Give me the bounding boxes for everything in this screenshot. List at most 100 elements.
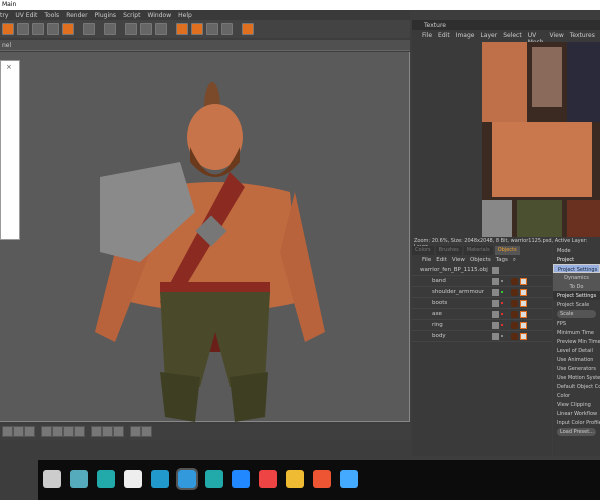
- tab-materials[interactable]: Materials: [463, 246, 493, 255]
- edge-icon[interactable]: [232, 470, 250, 488]
- menu-item[interactable]: Tools: [44, 12, 59, 20]
- notes-icon[interactable]: [70, 470, 88, 488]
- tool-button[interactable]: [191, 23, 203, 35]
- attribute-field[interactable]: Minimum Time: [553, 328, 600, 337]
- tool-button[interactable]: [242, 23, 254, 35]
- 3ds-max-icon[interactable]: [97, 470, 115, 488]
- obj-menu-item[interactable]: View: [452, 257, 465, 263]
- load-preset-button[interactable]: Load Preset...: [557, 428, 596, 436]
- attribute-field[interactable]: View Clipping: [553, 400, 600, 409]
- object-row[interactable]: shoulder_armmour: [412, 287, 552, 298]
- menu-item[interactable]: Script: [123, 12, 140, 20]
- attribute-field[interactable]: Level of Detail: [553, 346, 600, 355]
- tool-button[interactable]: [221, 23, 233, 35]
- tex-menu-item[interactable]: Textures: [570, 32, 595, 39]
- cinema4d-icon[interactable]: [176, 468, 198, 490]
- tool-button[interactable]: [17, 23, 29, 35]
- close-icon[interactable]: ×: [1, 61, 19, 73]
- uv-tag-icon[interactable]: [520, 332, 527, 340]
- menu-item[interactable]: UV Edit: [15, 12, 37, 20]
- uv-tag-icon[interactable]: [520, 288, 527, 296]
- task-view-icon[interactable]: [43, 470, 61, 488]
- 3d-viewport[interactable]: [0, 52, 410, 422]
- material-tag-icon[interactable]: [511, 310, 518, 318]
- obj-menu-item[interactable]: Edit: [436, 257, 447, 263]
- tex-menu-item[interactable]: Select: [503, 32, 522, 39]
- tool-button[interactable]: [3, 427, 12, 436]
- tool-button[interactable]: [83, 23, 95, 35]
- tab-dynamics[interactable]: Dynamics: [553, 273, 600, 282]
- visibility-checkbox[interactable]: [492, 299, 499, 307]
- attribute-field[interactable]: Use Animation: [553, 355, 600, 364]
- uv-tag-icon[interactable]: [520, 310, 527, 318]
- tex-menu-item[interactable]: UV Mesh: [528, 32, 544, 46]
- obj-menu-item[interactable]: Objects: [470, 257, 491, 263]
- attribute-field[interactable]: Use Motion System: [553, 373, 600, 382]
- object-row[interactable]: band: [412, 276, 552, 287]
- attribute-field[interactable]: Use Generators: [553, 364, 600, 373]
- tool-button[interactable]: [140, 23, 152, 35]
- tool-button[interactable]: [62, 23, 74, 35]
- tab-colors[interactable]: Colors: [412, 246, 434, 255]
- tool-button[interactable]: [103, 427, 112, 436]
- tool-button[interactable]: [206, 23, 218, 35]
- media-player-icon[interactable]: [340, 470, 358, 488]
- attribute-field[interactable]: Scale: [557, 310, 596, 318]
- tool-button[interactable]: [2, 23, 14, 35]
- material-tag-icon[interactable]: [511, 277, 518, 285]
- menu-item[interactable]: Window: [147, 12, 171, 20]
- obj-menu-item[interactable]: Tags: [496, 257, 508, 263]
- tool-button[interactable]: [125, 23, 137, 35]
- tool-button[interactable]: [32, 23, 44, 35]
- object-row[interactable]: boots: [412, 298, 552, 309]
- substance-icon[interactable]: [205, 470, 223, 488]
- object-root[interactable]: warrior_fen_BP_1115.obj: [412, 265, 552, 276]
- attribute-field[interactable]: Color: [553, 391, 600, 400]
- material-tag-icon[interactable]: [511, 332, 518, 340]
- tab-todo[interactable]: To Do: [553, 282, 600, 291]
- tool-button[interactable]: [53, 427, 62, 436]
- mode-menu[interactable]: Mode: [553, 246, 600, 255]
- tex-menu-item[interactable]: View: [550, 32, 564, 39]
- tool-button[interactable]: [75, 427, 84, 436]
- object-row[interactable]: axe: [412, 309, 552, 320]
- visibility-checkbox[interactable]: [492, 288, 499, 296]
- menu-item[interactable]: Render: [66, 12, 87, 20]
- tool-button[interactable]: [155, 23, 167, 35]
- uv-tag-icon[interactable]: [520, 321, 527, 329]
- material-tag-icon[interactable]: [511, 299, 518, 307]
- attribute-field[interactable]: FPS: [553, 319, 600, 328]
- obj-menu-item[interactable]: File: [422, 257, 431, 263]
- object-row[interactable]: body: [412, 331, 552, 342]
- material-tag-icon[interactable]: [511, 288, 518, 296]
- menu-item[interactable]: try: [0, 12, 8, 20]
- texture-image[interactable]: [482, 42, 600, 238]
- zbrush-icon[interactable]: [124, 470, 142, 488]
- material-tag-icon[interactable]: [511, 321, 518, 329]
- tool-button[interactable]: [25, 427, 34, 436]
- tab-project-settings[interactable]: Project Settings: [553, 264, 600, 273]
- visibility-checkbox[interactable]: [492, 266, 499, 274]
- attribute-field[interactable]: Linear Workflow: [553, 409, 600, 418]
- uv-tag-icon[interactable]: [520, 277, 527, 285]
- search-icon[interactable]: ⌕: [513, 257, 516, 263]
- tex-menu-item[interactable]: Image: [456, 32, 475, 39]
- tool-button[interactable]: [131, 427, 140, 436]
- visibility-checkbox[interactable]: [492, 277, 499, 285]
- attribute-field[interactable]: Default Object Color: [553, 382, 600, 391]
- tool-button[interactable]: [42, 427, 51, 436]
- attribute-field[interactable]: Project Scale: [553, 300, 600, 309]
- tab-brushes[interactable]: Brushes: [435, 246, 462, 255]
- tool-button[interactable]: [114, 427, 123, 436]
- tab-objects[interactable]: Objects: [494, 246, 520, 255]
- uv-tag-icon[interactable]: [520, 299, 527, 307]
- tool-button[interactable]: [104, 23, 116, 35]
- object-row[interactable]: ring: [412, 320, 552, 331]
- visibility-checkbox[interactable]: [492, 310, 499, 318]
- visibility-checkbox[interactable]: [492, 332, 499, 340]
- menu-item[interactable]: Plugins: [95, 12, 117, 20]
- tex-menu-item[interactable]: File: [422, 32, 432, 39]
- visibility-checkbox[interactable]: [492, 321, 499, 329]
- tool-button[interactable]: [64, 427, 73, 436]
- file-explorer-icon[interactable]: [286, 470, 304, 488]
